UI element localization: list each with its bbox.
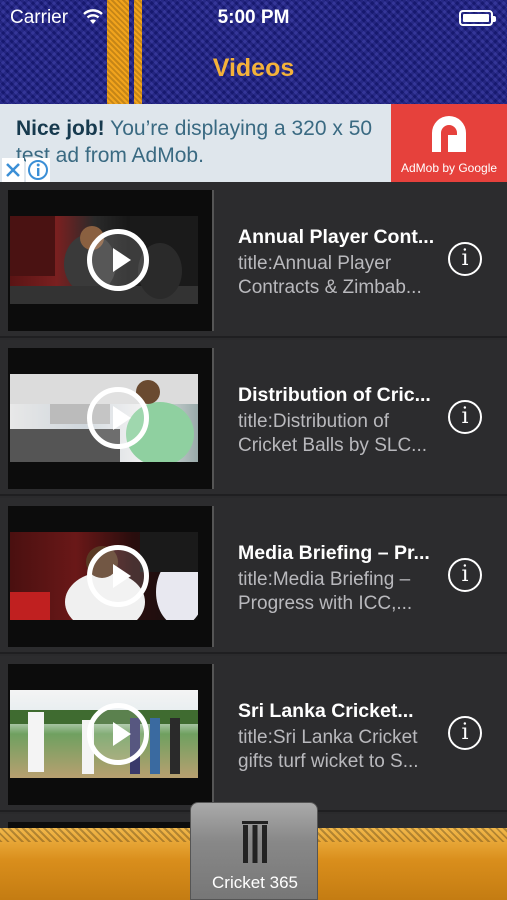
video-title: Distribution of Cric...: [238, 384, 431, 406]
info-icon[interactable]: i: [448, 558, 482, 592]
video-description-line: Contracts & Zimbab...: [238, 277, 422, 298]
play-icon[interactable]: [87, 703, 149, 765]
ad-banner[interactable]: Nice job! You’re displaying a 320 x 50 t…: [0, 104, 507, 182]
video-row[interactable]: Annual Player Cont... title:Annual Playe…: [0, 182, 507, 338]
video-thumbnail[interactable]: [8, 664, 214, 805]
ad-close-button[interactable]: [2, 158, 24, 182]
video-description: title:Annual Player Contracts & Zimbab..…: [238, 252, 450, 300]
video-description: title:Distribution of Cricket Balls by S…: [238, 410, 450, 458]
video-row[interactable]: Media Briefing – Pr... title:Media Brief…: [0, 498, 507, 654]
ad-choices-button[interactable]: [26, 158, 50, 182]
info-icon[interactable]: i: [448, 242, 482, 276]
video-description-line: Cricket Balls by SLC...: [238, 435, 427, 456]
ad-headline: Nice job!: [16, 117, 105, 140]
ad-text: Nice job! You’re displaying a 320 x 50 t…: [16, 115, 386, 169]
video-title: Media Briefing – Pr...: [238, 542, 430, 564]
close-icon: [6, 163, 20, 177]
nav-header: Carrier 5:00 PM Videos: [0, 0, 507, 104]
video-row[interactable]: Distribution of Cric... title:Distributi…: [0, 340, 507, 496]
video-description-line: Progress with ICC,...: [238, 593, 413, 614]
stumps-icon: [242, 821, 268, 863]
video-thumbnail[interactable]: [8, 506, 214, 647]
info-icon: [28, 160, 48, 180]
play-icon[interactable]: [87, 387, 149, 449]
play-icon[interactable]: [87, 229, 149, 291]
battery-icon: [459, 10, 496, 26]
tab-cricket-365[interactable]: Cricket 365: [190, 802, 318, 900]
play-icon[interactable]: [87, 545, 149, 607]
status-bar: Carrier 5:00 PM: [0, 0, 507, 36]
video-description-line: title:Media Briefing –: [238, 569, 411, 590]
admob-logo[interactable]: AdMob by Google: [391, 104, 507, 182]
video-description-line: title:Distribution of: [238, 411, 390, 432]
status-time: 5:00 PM: [217, 7, 290, 28]
video-description-line: title:Sri Lanka Cricket: [238, 727, 418, 748]
info-icon[interactable]: i: [448, 716, 482, 750]
video-description-line: gifts turf wicket to S...: [238, 751, 419, 772]
page-title: Videos: [212, 54, 295, 82]
tab-label: Cricket 365: [212, 873, 298, 892]
admob-logo-icon: [432, 116, 466, 152]
video-row[interactable]: Sri Lanka Cricket... title:Sri Lanka Cri…: [0, 656, 507, 812]
info-icon[interactable]: i: [448, 400, 482, 434]
video-title: Sri Lanka Cricket...: [238, 700, 414, 722]
video-title: Annual Player Cont...: [238, 226, 435, 248]
video-description-line: title:Annual Player: [238, 253, 392, 274]
video-thumbnail[interactable]: [8, 348, 214, 489]
video-description: title:Media Briefing – Progress with ICC…: [238, 568, 450, 616]
video-description: title:Sri Lanka Cricket gifts turf wicke…: [238, 726, 450, 774]
video-thumbnail[interactable]: [8, 190, 214, 331]
admob-caption: AdMob by Google: [400, 161, 498, 175]
